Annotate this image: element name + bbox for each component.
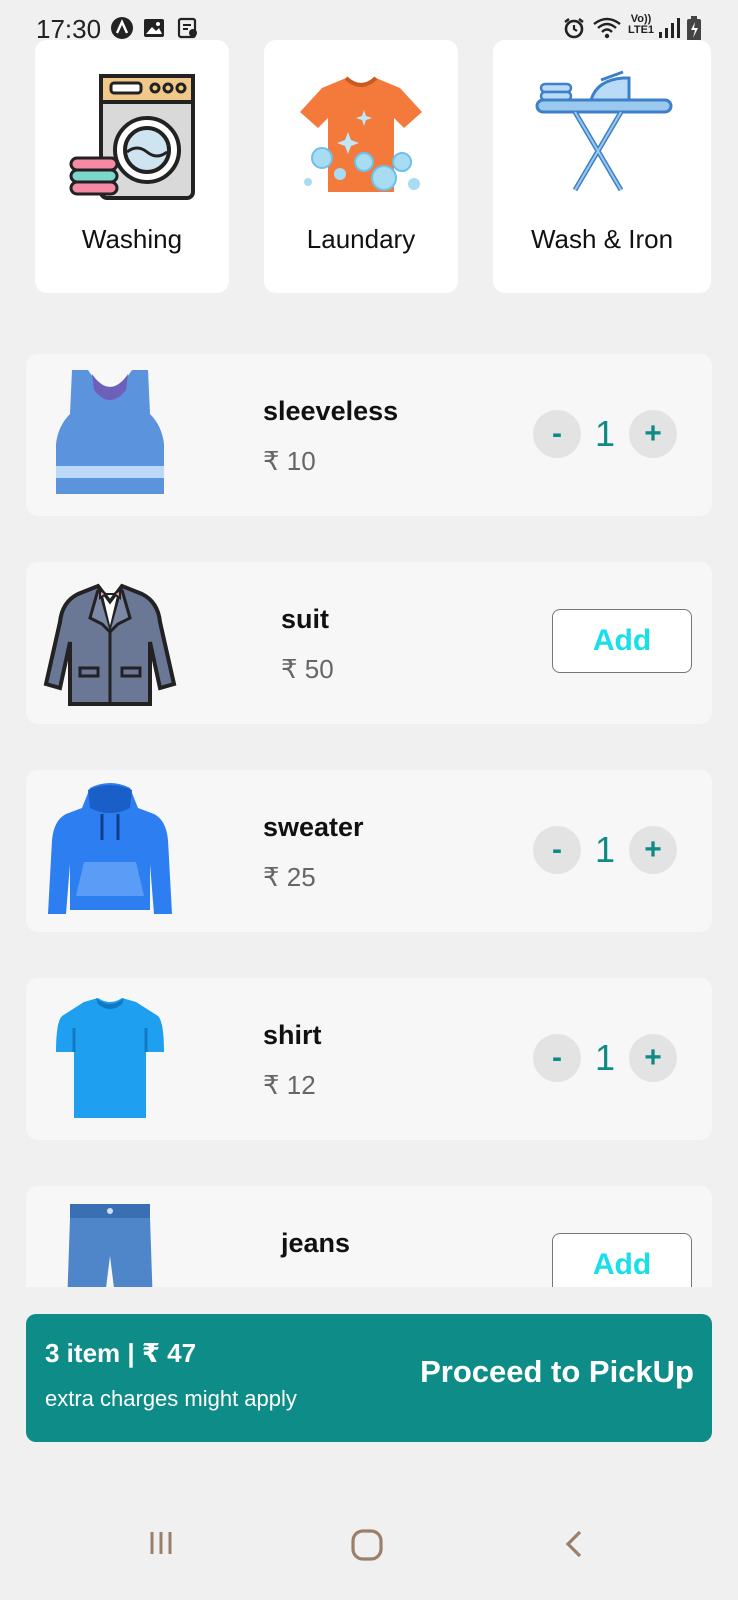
tank-top-icon	[56, 370, 164, 494]
a-circle-icon	[111, 17, 133, 39]
increment-button[interactable]: +	[629, 1034, 677, 1082]
item-list[interactable]: sleeveless ₹ 10 - 1 + suit ₹ 50 Add swea…	[0, 300, 738, 1287]
quantity-stepper: - 1 +	[533, 410, 677, 458]
item-name: suit	[281, 604, 330, 634]
back-icon[interactable]	[562, 1528, 588, 1560]
quantity-stepper: - 1 +	[533, 826, 677, 874]
alarm-icon	[564, 18, 584, 39]
suit-icon	[43, 583, 177, 706]
service-card-washing[interactable]: Washing	[35, 40, 229, 293]
item-name: sweater	[263, 812, 364, 842]
recent-apps-icon[interactable]	[146, 1528, 176, 1558]
item-card-sleeveless: sleeveless ₹ 10 - 1 +	[26, 354, 712, 516]
tshirt-bubbles-icon	[300, 76, 422, 192]
quantity-value: 1	[594, 829, 616, 870]
volte-icon: Vo)) LTE1	[627, 13, 655, 36]
washing-machine-icon	[69, 74, 195, 200]
item-name: jeans	[281, 1228, 351, 1258]
clipboard-icon	[177, 17, 197, 39]
jeans-icon	[67, 1204, 153, 1287]
proceed-to-pickup-button[interactable]: Proceed to PickUp	[420, 1354, 694, 1390]
item-card-sweater: sweater ₹ 25 - 1 +	[26, 770, 712, 932]
ironing-board-icon	[535, 70, 673, 192]
navigation-bar	[0, 1500, 738, 1600]
add-button[interactable]: Add	[552, 1233, 692, 1287]
quantity-value: 1	[594, 413, 616, 454]
increment-button[interactable]: +	[629, 410, 677, 458]
item-name: shirt	[263, 1020, 322, 1050]
item-price: ₹ 10	[263, 446, 316, 476]
item-price: ₹ 25	[263, 862, 316, 892]
home-icon[interactable]	[350, 1528, 384, 1562]
item-card-shirt: shirt ₹ 12 - 1 +	[26, 978, 712, 1140]
add-button[interactable]: Add	[552, 609, 692, 673]
service-label: Wash & Iron	[530, 224, 674, 254]
quantity-stepper: - 1 +	[533, 1034, 677, 1082]
extra-charges-note: extra charges might apply	[45, 1386, 297, 1411]
cart-bar[interactable]: 3 item | ₹ 47 extra charges might apply …	[26, 1314, 712, 1442]
service-card-wash-iron[interactable]: Wash & Iron	[493, 40, 711, 293]
service-label: Washing	[81, 224, 183, 254]
decrement-button[interactable]: -	[533, 826, 581, 874]
status-bar: 17:30 Vo)) LTE1	[0, 0, 738, 44]
hoodie-icon	[48, 783, 172, 914]
tshirt-icon	[56, 998, 164, 1118]
quantity-value: 1	[594, 1037, 616, 1078]
item-card-suit: suit ₹ 50 Add	[26, 562, 712, 724]
service-card-laundary[interactable]: Laundary	[264, 40, 458, 293]
item-name: sleeveless	[263, 396, 399, 426]
decrement-button[interactable]: -	[533, 1034, 581, 1082]
battery-icon	[687, 16, 701, 41]
image-icon	[144, 19, 164, 37]
item-price: ₹ 50	[281, 654, 334, 684]
signal-icon	[659, 18, 680, 38]
cart-summary: 3 item | ₹ 47	[45, 1338, 197, 1368]
increment-button[interactable]: +	[629, 826, 677, 874]
item-price: ₹ 12	[263, 1070, 316, 1100]
item-card-jeans: jeans Add	[26, 1186, 712, 1287]
decrement-button[interactable]: -	[533, 410, 581, 458]
wifi-icon	[593, 17, 621, 39]
service-label: Laundary	[306, 224, 416, 254]
